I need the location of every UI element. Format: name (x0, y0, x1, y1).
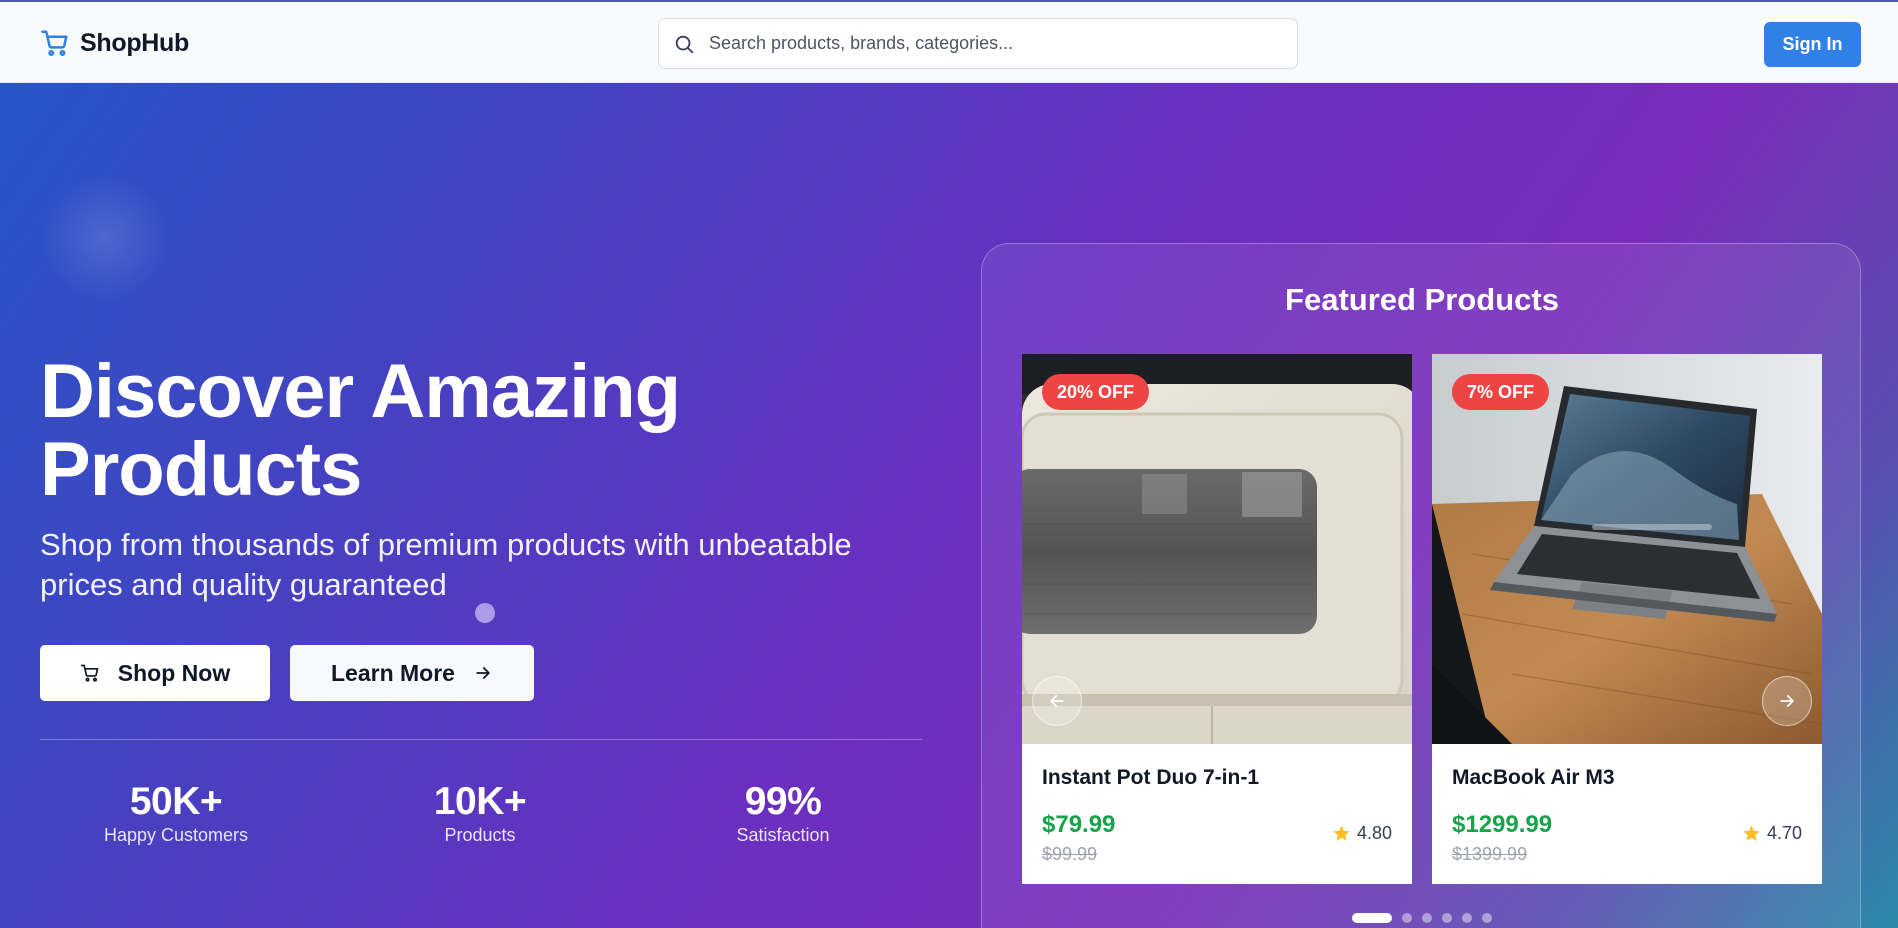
sign-in-button[interactable]: Sign In (1764, 22, 1861, 67)
shop-now-button[interactable]: Shop Now (40, 645, 270, 701)
product-image[interactable]: 7% OFF (1432, 354, 1822, 744)
stat-products: 10K+ Products (380, 781, 580, 846)
search-icon (675, 35, 694, 53)
product-image[interactable]: 20% OFF (1022, 354, 1412, 744)
arrow-right-icon (476, 667, 490, 679)
learn-more-label: Learn More (331, 659, 455, 686)
featured-title: Featured Products (1285, 282, 1559, 317)
decorative-dot (475, 603, 495, 623)
product-name[interactable]: MacBook Air M3 (1452, 766, 1615, 790)
site-header: ShopHub Sign In (0, 0, 1898, 83)
product-old-price: $99.99 (1042, 844, 1098, 864)
brand-name: ShopHub (80, 28, 189, 57)
stat-value: 10K+ (433, 780, 527, 823)
hero-section: Discover Amazing Products Shop from thou… (0, 83, 1898, 928)
carousel-next-button[interactable] (1762, 676, 1812, 726)
product-card-instant-pot[interactable]: 20% OFF Instant Pot Duo 7-in-1 $79.99 $9… (1022, 354, 1412, 884)
brand-logo[interactable]: ShopHub (40, 28, 189, 58)
hero-subtitle: Shop from thousands of premium products … (40, 527, 852, 602)
stat-satisfaction: 99% Satisfaction (683, 781, 883, 846)
carousel-dot[interactable] (1402, 913, 1412, 923)
learn-more-button[interactable]: Learn More (290, 645, 534, 701)
carousel-dot[interactable] (1482, 913, 1492, 923)
cart-icon (41, 30, 68, 57)
star-icon (1333, 825, 1350, 841)
hero-divider (40, 739, 922, 740)
carousel-dot[interactable] (1442, 913, 1452, 923)
shop-now-label: Shop Now (117, 659, 231, 686)
carousel-prev-button[interactable] (1032, 676, 1082, 726)
stat-label: Products (444, 825, 516, 845)
laptop-photo (1432, 354, 1822, 744)
search-bar[interactable] (658, 18, 1298, 69)
stat-label: Happy Customers (103, 825, 249, 845)
carousel-dot[interactable] (1422, 913, 1432, 923)
product-rating: 4.70 (1742, 823, 1802, 844)
stat-value: 50K+ (129, 780, 223, 823)
search-input[interactable] (709, 33, 1269, 54)
chevron-right-icon (1780, 695, 1794, 707)
rating-value: 4.80 (1356, 823, 1392, 843)
stat-label: Satisfaction (736, 825, 830, 845)
product-card-macbook-air[interactable]: 7% OFF MacBook Air M3 $1299.99 $1399.99 … (1432, 354, 1822, 884)
carousel-dot[interactable] (1462, 913, 1472, 923)
product-price: $79.99 (1042, 811, 1116, 838)
chevron-left-icon (1050, 695, 1064, 707)
rating-value: 4.70 (1766, 823, 1802, 843)
star-icon (1743, 825, 1760, 841)
discount-badge: 20% OFF (1042, 374, 1150, 410)
cart-icon (80, 664, 99, 682)
discount-badge: 7% OFF (1452, 374, 1550, 410)
product-old-price: $1399.99 (1452, 844, 1528, 864)
stat-value: 99% (744, 780, 822, 823)
product-rating: 4.80 (1332, 823, 1392, 844)
featured-products-panel: Featured Products 20% OFF Instant Pot Du… (981, 243, 1861, 928)
stat-happy-customers: 50K+ Happy Customers (76, 781, 276, 846)
carousel-dot[interactable] (1352, 913, 1392, 923)
hero-title: Discover Amazing Products (40, 349, 681, 512)
carousel-pagination (1352, 913, 1492, 923)
product-price: $1299.99 (1452, 811, 1553, 838)
microwave-photo (1022, 354, 1412, 744)
product-name[interactable]: Instant Pot Duo 7-in-1 (1042, 766, 1259, 790)
